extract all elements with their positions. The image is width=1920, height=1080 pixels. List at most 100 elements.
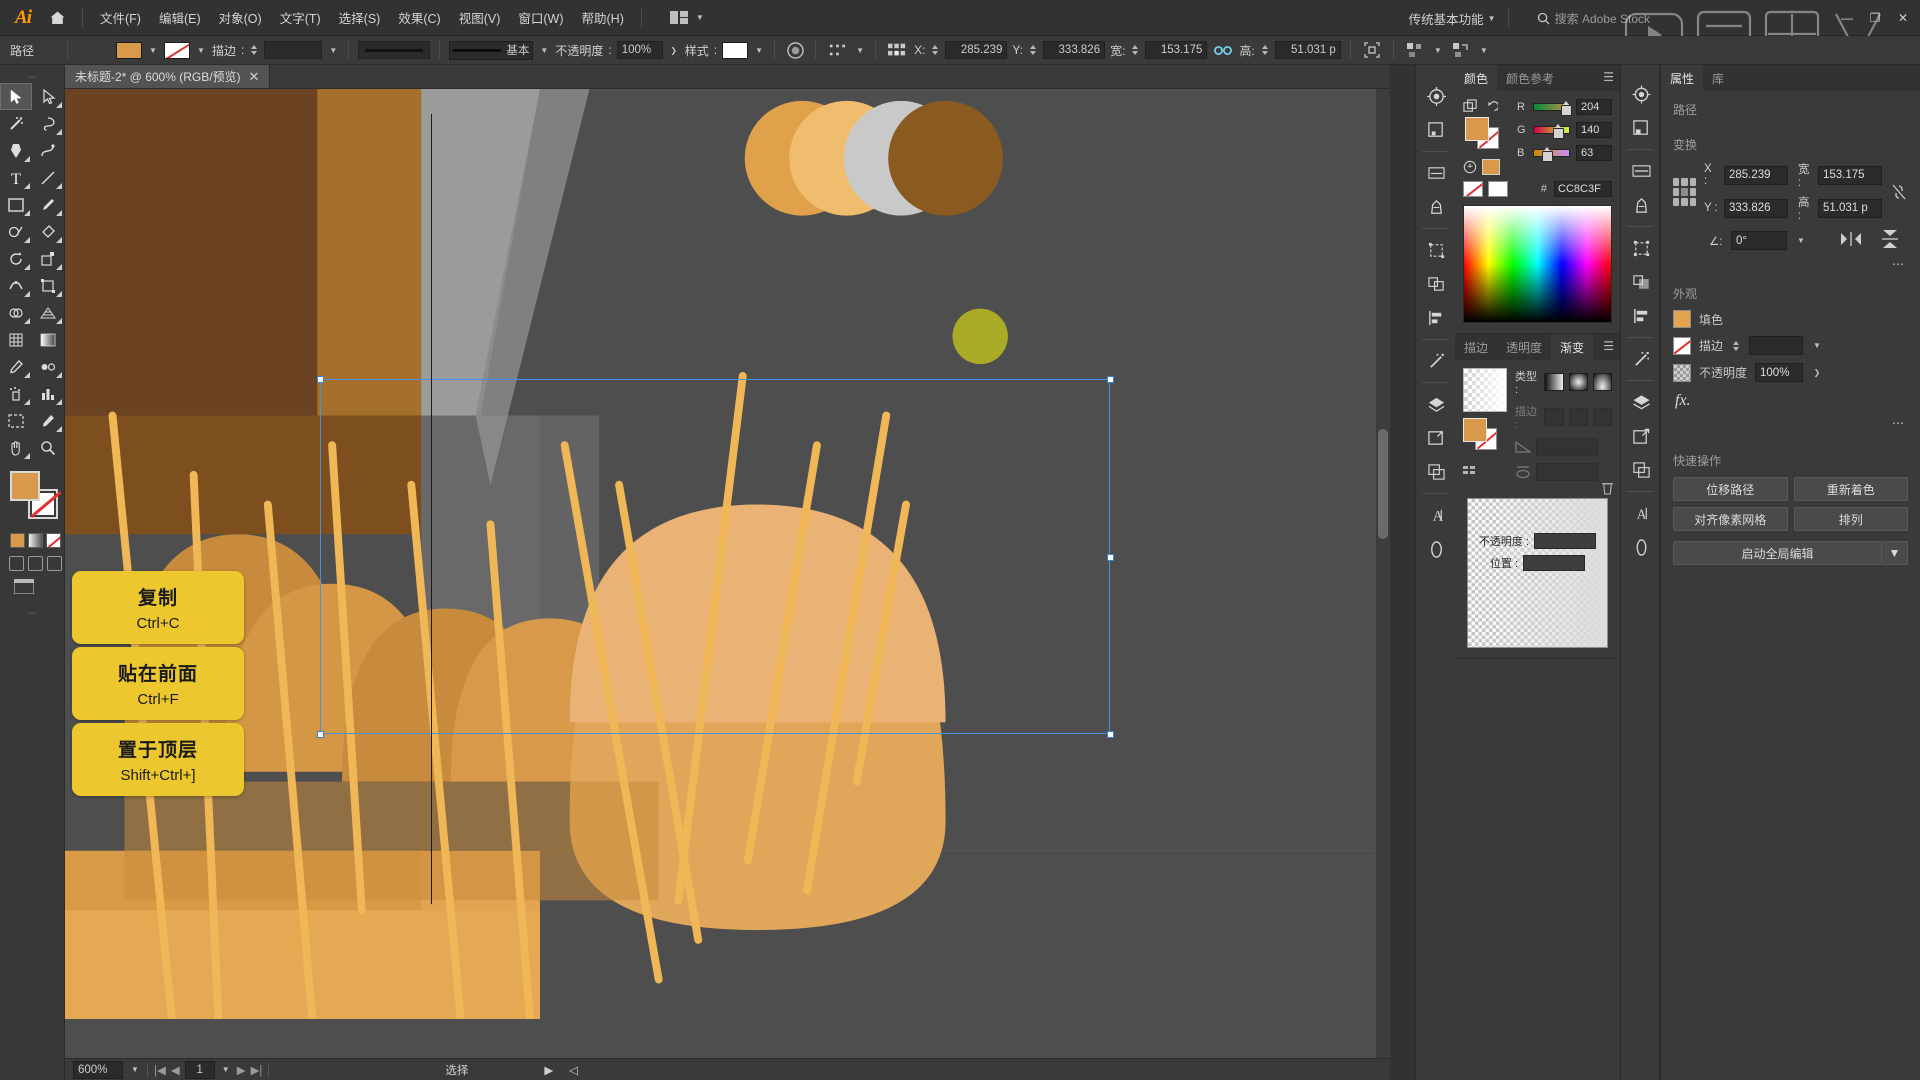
menu-effect[interactable]: 效果(C) (389, 4, 449, 31)
x-stepper[interactable] (930, 41, 940, 59)
selection-bounding-box[interactable] (320, 379, 1110, 734)
menu-object[interactable]: 对象(O) (210, 4, 271, 31)
ellipse-panel-icon-right[interactable] (1621, 530, 1661, 564)
tab-transparency[interactable]: 透明度 (1497, 334, 1551, 360)
tab-properties[interactable]: 属性 (1661, 65, 1704, 91)
selection-handle-br[interactable] (1107, 731, 1114, 738)
perspective-grid-tool[interactable] (32, 299, 64, 326)
qa-offset-path[interactable]: 位移路径 (1673, 477, 1788, 501)
gradient-stroke-within[interactable] (1544, 408, 1564, 426)
close-tab-icon[interactable]: ✕ (249, 70, 260, 83)
close-button[interactable]: ✕ (1890, 7, 1916, 29)
appearance-stroke-weight[interactable] (1749, 336, 1804, 355)
eyedropper-tool[interactable] (0, 353, 32, 380)
gradient-preview-swatch[interactable] (1463, 368, 1507, 412)
color-fill-swatch[interactable] (1465, 117, 1489, 141)
flip-vertical-icon[interactable] (1881, 230, 1899, 251)
appearance-stroke-swatch[interactable] (1673, 336, 1691, 355)
callout-bring-to-front[interactable]: 置于顶层 Shift+Ctrl+] (72, 723, 244, 796)
stroke-weight-chevron-icon[interactable]: ▼ (1811, 339, 1823, 353)
brushes-icon[interactable] (1416, 156, 1456, 190)
zoom-level-field[interactable]: 600% (73, 1060, 123, 1079)
selection-tool[interactable] (0, 83, 32, 110)
draw-inside-button[interactable] (47, 556, 62, 571)
tab-color-guide[interactable]: 颜色参考 (1497, 65, 1563, 91)
prop-h-field[interactable]: 51.031 p (1817, 198, 1882, 218)
qa-recolor[interactable]: 重新着色 (1793, 477, 1908, 501)
edit-toolbar-chevron-icon[interactable]: ▼ (1478, 43, 1490, 57)
fill-color-swatch[interactable] (116, 41, 142, 59)
menu-view[interactable]: 视图(V) (450, 4, 510, 31)
menu-select[interactable]: 选择(S) (330, 4, 390, 31)
next-artboard-icon[interactable]: ▶ (237, 1063, 246, 1077)
document-tab[interactable]: 未标题-2* @ 600% (RGB/预览) ✕ (65, 65, 271, 88)
align-panel-icon-right[interactable] (1621, 299, 1661, 333)
graphic-style-swatch[interactable] (722, 41, 749, 59)
slider-r[interactable] (1533, 101, 1573, 116)
panel-grip-icon[interactable]: ⋯ (0, 71, 64, 83)
stroke-weight-chevron-down-icon[interactable]: ▼ (327, 43, 339, 57)
angle-chevron-down-icon[interactable]: ▼ (1795, 234, 1807, 248)
stroke-profile-preview[interactable] (358, 41, 431, 59)
width-tool[interactable] (0, 272, 32, 299)
free-transform-tool[interactable] (32, 272, 64, 299)
symbols-icon[interactable] (1416, 190, 1456, 224)
fx-button[interactable]: fx. (1661, 386, 1920, 416)
white-color-swatch[interactable] (1488, 181, 1508, 197)
layers-icon[interactable] (1416, 387, 1456, 421)
swatches-icon[interactable] (1416, 113, 1456, 147)
width-field[interactable]: 153.175 (1145, 41, 1208, 59)
revert-icon[interactable] (1484, 100, 1498, 114)
channel-value-g[interactable]: 140 (1576, 122, 1612, 138)
channel-value-r[interactable]: 204 (1576, 99, 1612, 115)
vertical-scrollbar[interactable] (1376, 89, 1390, 1058)
transform-bounds-icon[interactable] (1360, 40, 1384, 60)
magic-wand-panel-icon-right[interactable] (1621, 342, 1661, 376)
first-artboard-icon[interactable]: |◀ (154, 1063, 166, 1077)
qa-align-pixel-grid[interactable]: 对齐像素网格 (1673, 507, 1788, 531)
stroke-chevron-down-icon[interactable]: ▼ (195, 43, 207, 57)
transform-icon-right[interactable] (1621, 231, 1661, 265)
flip-horizontal-icon[interactable] (1841, 231, 1861, 250)
opacity-field[interactable]: 100% (616, 41, 663, 59)
back-icon[interactable]: ◁ (569, 1063, 578, 1077)
adobe-stock-search[interactable]: 搜索 Adobe Stock (1537, 10, 1650, 27)
rectangle-tool[interactable] (0, 191, 32, 218)
zoom-tool[interactable] (32, 434, 64, 461)
pathfinder-icon-right[interactable] (1621, 265, 1661, 299)
workspace-switcher-label[interactable]: 传统基本功能 (1409, 9, 1484, 28)
appearance-stroke-stepper[interactable] (1731, 337, 1741, 355)
menu-help[interactable]: 帮助(H) (573, 4, 633, 31)
maximize-button[interactable]: ❐ (1862, 7, 1888, 29)
global-edit-chevron-down-icon[interactable]: ▼ (1882, 541, 1908, 565)
gradient-type-radial[interactable] (1568, 373, 1588, 391)
gradient-button[interactable] (28, 533, 43, 548)
artboard-number-field[interactable]: 1 (184, 1060, 215, 1079)
gradient-presets-icon[interactable] (1463, 462, 1507, 481)
gradient-panel-menu-icon[interactable]: ☰ (1603, 340, 1614, 352)
opacity-expand-chevron-icon[interactable]: ❯ (1811, 366, 1823, 380)
shaper-tool[interactable] (0, 218, 32, 245)
artboards-icon-right[interactable] (1621, 453, 1661, 487)
gradient-type-linear[interactable] (1544, 373, 1564, 391)
swatches-icon-right[interactable] (1621, 111, 1661, 145)
gradient-angle-field[interactable] (1536, 438, 1598, 456)
gradient-type-freeform[interactable] (1592, 373, 1612, 391)
gradient-stroke-across[interactable] (1592, 408, 1612, 426)
line-segment-tool[interactable] (32, 164, 64, 191)
callout-copy[interactable]: 复制 Ctrl+C (72, 571, 244, 644)
menu-type[interactable]: 文字(T) (271, 4, 330, 31)
select-similar-chevron-icon[interactable]: ▼ (1432, 43, 1444, 57)
color-spectrum[interactable] (1463, 205, 1612, 323)
y-field[interactable]: 333.826 (1043, 41, 1106, 59)
draw-normal-button[interactable] (9, 556, 24, 571)
fill-chevron-down-icon[interactable]: ▼ (147, 43, 159, 57)
fill-color-indicator[interactable] (10, 471, 40, 501)
reference-point-selector[interactable] (1673, 177, 1696, 206)
pathfinder-icon[interactable] (1416, 267, 1456, 301)
link-chain-icon[interactable] (1212, 40, 1234, 60)
artboard-chevron-down-icon[interactable]: ▼ (220, 1063, 232, 1077)
appearance-opacity-swatch[interactable] (1673, 363, 1691, 382)
hex-value-field[interactable]: CC8C3F (1554, 181, 1612, 197)
tab-libraries[interactable]: 库 (1703, 65, 1733, 91)
